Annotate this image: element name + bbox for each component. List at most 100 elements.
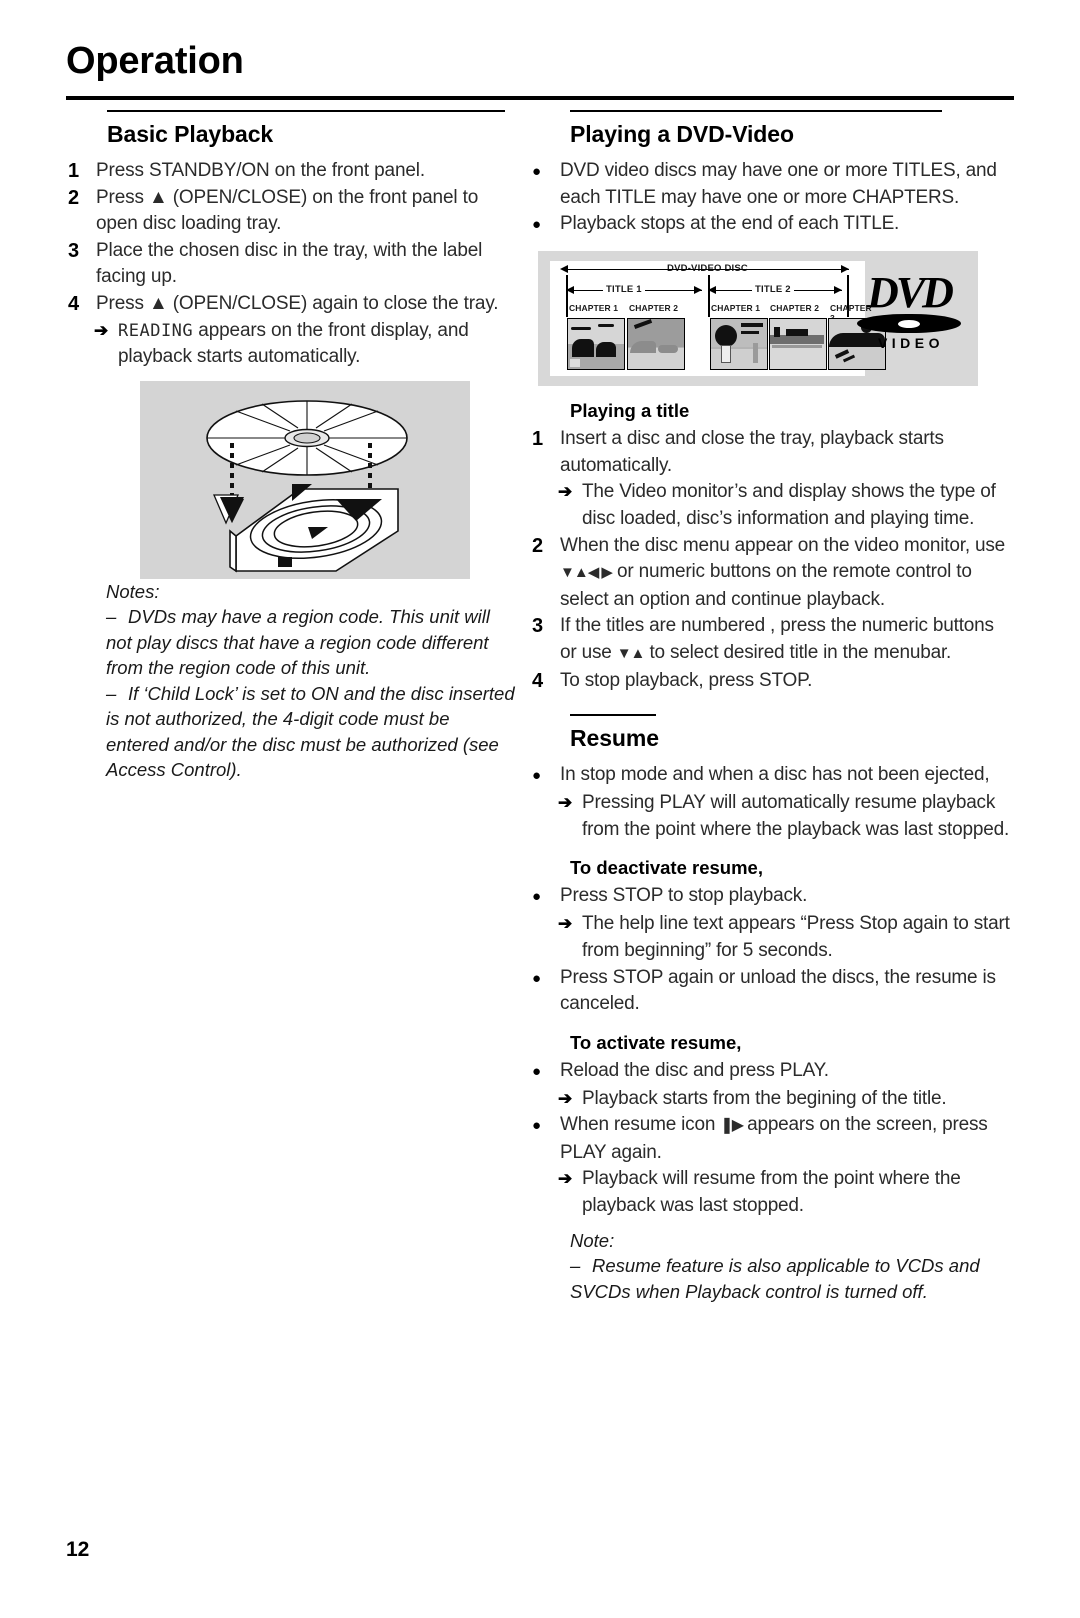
sub-note-text: The help line text appears “Press Stop a… — [582, 913, 1010, 961]
note-item: – If ‘Child Lock’ is set to ON and the di… — [106, 681, 516, 783]
step-text: Press ▲ (OPEN/CLOSE) on the front panel … — [96, 186, 479, 235]
disc-span-arrow-right-icon — [841, 265, 849, 274]
sub-note-text: READING appears on the front display, an… — [118, 318, 516, 371]
list-item: 1 Insert a disc and close the tray, play… — [530, 426, 1014, 479]
arrow-right-icon: ➔ — [94, 320, 109, 340]
basic-playback-divider — [107, 110, 505, 112]
sub-note: ➔ The Video monitor’s and display shows … — [558, 479, 1014, 532]
chapter-thumbnail — [567, 318, 625, 371]
list-item: 4 Press ▲ (OPEN/CLOSE) again to close th… — [66, 291, 516, 318]
list-item: ● In stop mode and when a disc has not b… — [530, 762, 1014, 790]
note-text: If ‘Child Lock’ is set to ON and the dis… — [106, 682, 515, 781]
note-block: Note: – Resume feature is also applicable… — [570, 1228, 1010, 1305]
chapter-label: CHAPTER 1 — [711, 303, 761, 314]
bullet-text: Playback stops at the end of each TITLE. — [560, 213, 900, 235]
bullet-icon: ● — [532, 163, 542, 180]
arrow-right-icon: ➔ — [558, 1088, 573, 1108]
list-item: ● Playback stops at the end of each TITL… — [530, 211, 1014, 239]
sub-note-text: Pressing PLAY will automatically resume … — [582, 792, 1010, 840]
step-number: 3 — [68, 239, 80, 262]
sub-note-text: Playback will resume from the point wher… — [582, 1168, 961, 1217]
bullet-icon: ● — [532, 216, 542, 234]
disc-span-arrow-left-icon — [560, 265, 568, 274]
step-text-b: or numeric buttons on the remote control… — [560, 561, 972, 610]
right-column: Playing a DVD-Video ● DVD video discs ma… — [530, 110, 1014, 1304]
arrow-right-icon: ➔ — [558, 482, 573, 502]
title2-arrow-left-icon — [708, 286, 716, 295]
bullet-icon: ● — [532, 1117, 542, 1135]
chapter-thumbnail — [627, 318, 685, 371]
list-item: ● DVD video discs may have one or more T… — [530, 158, 1014, 211]
dvd-logo-word: DVD — [867, 268, 954, 318]
playing-a-title-heading: Playing a title — [570, 400, 690, 422]
note-dash: – — [106, 606, 117, 628]
playing-dvd-divider — [570, 110, 942, 112]
title1-label: TITLE 1 — [603, 284, 645, 296]
dvd-video-logo: DVD VIDEO — [854, 268, 964, 351]
list-item: ● When resume icon ❚▶ appears on the scr… — [530, 1112, 1014, 1166]
dvd-structure-diagram: DVD-VIDEO DISC TITLE 1 TITLE 2 — [550, 261, 886, 377]
resume-play-icon: ❚▶ — [720, 1117, 744, 1135]
note-dash: – — [570, 1255, 581, 1277]
step-number: 3 — [532, 615, 544, 638]
disc-tray-figure — [140, 380, 470, 579]
page-number: 12 — [66, 1538, 90, 1561]
arrow-right-icon: ➔ — [558, 914, 573, 934]
bullet-text: Reload the disc and press PLAY. — [560, 1059, 829, 1081]
dvd-logo-disc-icon — [857, 314, 961, 334]
header-divider — [66, 96, 1014, 100]
step-text: If the titles are numbered , press the n… — [560, 613, 1014, 667]
list-item: 4 To stop playback, press STOP. — [530, 668, 1014, 695]
list-item: 2 Press ▲ (OPEN/CLOSE) on the front pane… — [66, 185, 516, 238]
bullet-text: Press STOP to stop playback. — [560, 885, 808, 907]
list-item: 3 Place the chosen disc in the tray, wit… — [66, 238, 516, 291]
bullet-icon: ● — [532, 969, 542, 987]
step-text: When the disc menu appear on the video m… — [560, 533, 1014, 614]
chapter-thumbnail — [710, 318, 768, 371]
bullet-icon: ● — [532, 1062, 542, 1080]
step-number: 2 — [532, 534, 544, 557]
chapter-thumbnail — [769, 318, 827, 371]
page-title: Operation — [66, 40, 244, 82]
chapter-label: CHAPTER 1 — [569, 303, 619, 314]
front-display-text: READING — [118, 320, 194, 341]
list-item: ● Press STOP again or unload the discs, … — [530, 965, 1014, 1018]
list-item: 3 If the titles are numbered , press the… — [530, 613, 1014, 667]
list-item: 2 When the disc menu appear on the video… — [530, 533, 1014, 614]
bullet-text: Press STOP again or unload the discs, th… — [560, 966, 996, 1015]
title1-arrow-right-icon — [694, 286, 702, 295]
step-text: To stop playback, press STOP. — [560, 669, 813, 691]
arrow-right-icon: ➔ — [558, 793, 573, 813]
sub-note-text: The Video monitor’s and display shows th… — [582, 481, 996, 529]
deactivate-resume-heading: To deactivate resume, — [570, 857, 763, 879]
chapter-label: CHAPTER 2 — [629, 303, 679, 314]
bullet-icon: ● — [532, 888, 542, 906]
notes-block: Notes: – DVDs may have a region code. Thi… — [106, 579, 516, 783]
step-text: Press ▲ (OPEN/CLOSE) again to close the … — [96, 292, 499, 314]
sub-note: ➔ READING appears on the front display, … — [94, 318, 516, 371]
left-column: Basic Playback 1 Press STANDBY/ON on the… — [66, 110, 516, 783]
note-text: DVDs may have a region code. This unit w… — [106, 606, 490, 679]
bullet-text: When resume icon ❚▶ appears on the scree… — [560, 1112, 1014, 1166]
dpad-arrows-icon: ▼▲◀ ▶ — [560, 564, 613, 582]
disc-tray-illustration — [206, 399, 408, 573]
updown-arrows-icon: ▼▲ — [616, 644, 646, 662]
step-text: Press STANDBY/ON on the front panel. — [96, 160, 426, 181]
step-text-b: to select desired title in the menubar. — [644, 641, 952, 663]
bullet-text-a: When resume icon — [560, 1114, 721, 1136]
list-item: ● Press STOP to stop playback. — [530, 883, 1014, 911]
note-text: Resume feature is also applicable to VCD… — [570, 1255, 980, 1302]
step-number: 1 — [532, 428, 544, 451]
bullet-text: DVD video discs may have one or more TIT… — [560, 160, 997, 208]
sub-note: ➔ Playback will resume from the point wh… — [558, 1166, 1014, 1219]
resume-heading: Resume — [570, 725, 659, 752]
title1-arrow-left-icon — [566, 286, 574, 295]
sub-note: ➔ The help line text appears “Press Stop… — [558, 911, 1014, 964]
note-label: Note: — [570, 1229, 615, 1251]
title2-label: TITLE 2 — [752, 284, 794, 296]
list-item: ● Reload the disc and press PLAY. — [530, 1058, 1014, 1086]
step-text: Place the chosen disc in the tray, with … — [96, 239, 483, 288]
note-dash: – — [106, 682, 117, 704]
activate-resume-heading: To activate resume, — [570, 1031, 742, 1053]
divider-left — [566, 275, 568, 318]
